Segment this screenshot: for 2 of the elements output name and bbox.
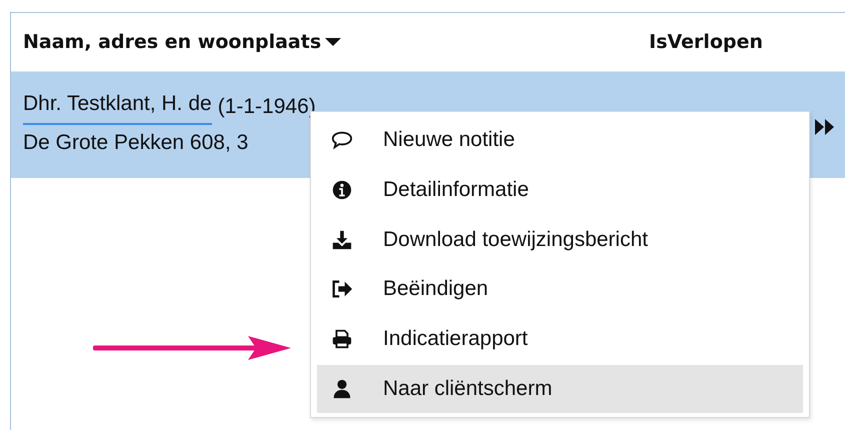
address-text: De Grote Pekken 608, 3 [23,130,248,156]
birth-date: (1-1-1946) [218,94,316,120]
